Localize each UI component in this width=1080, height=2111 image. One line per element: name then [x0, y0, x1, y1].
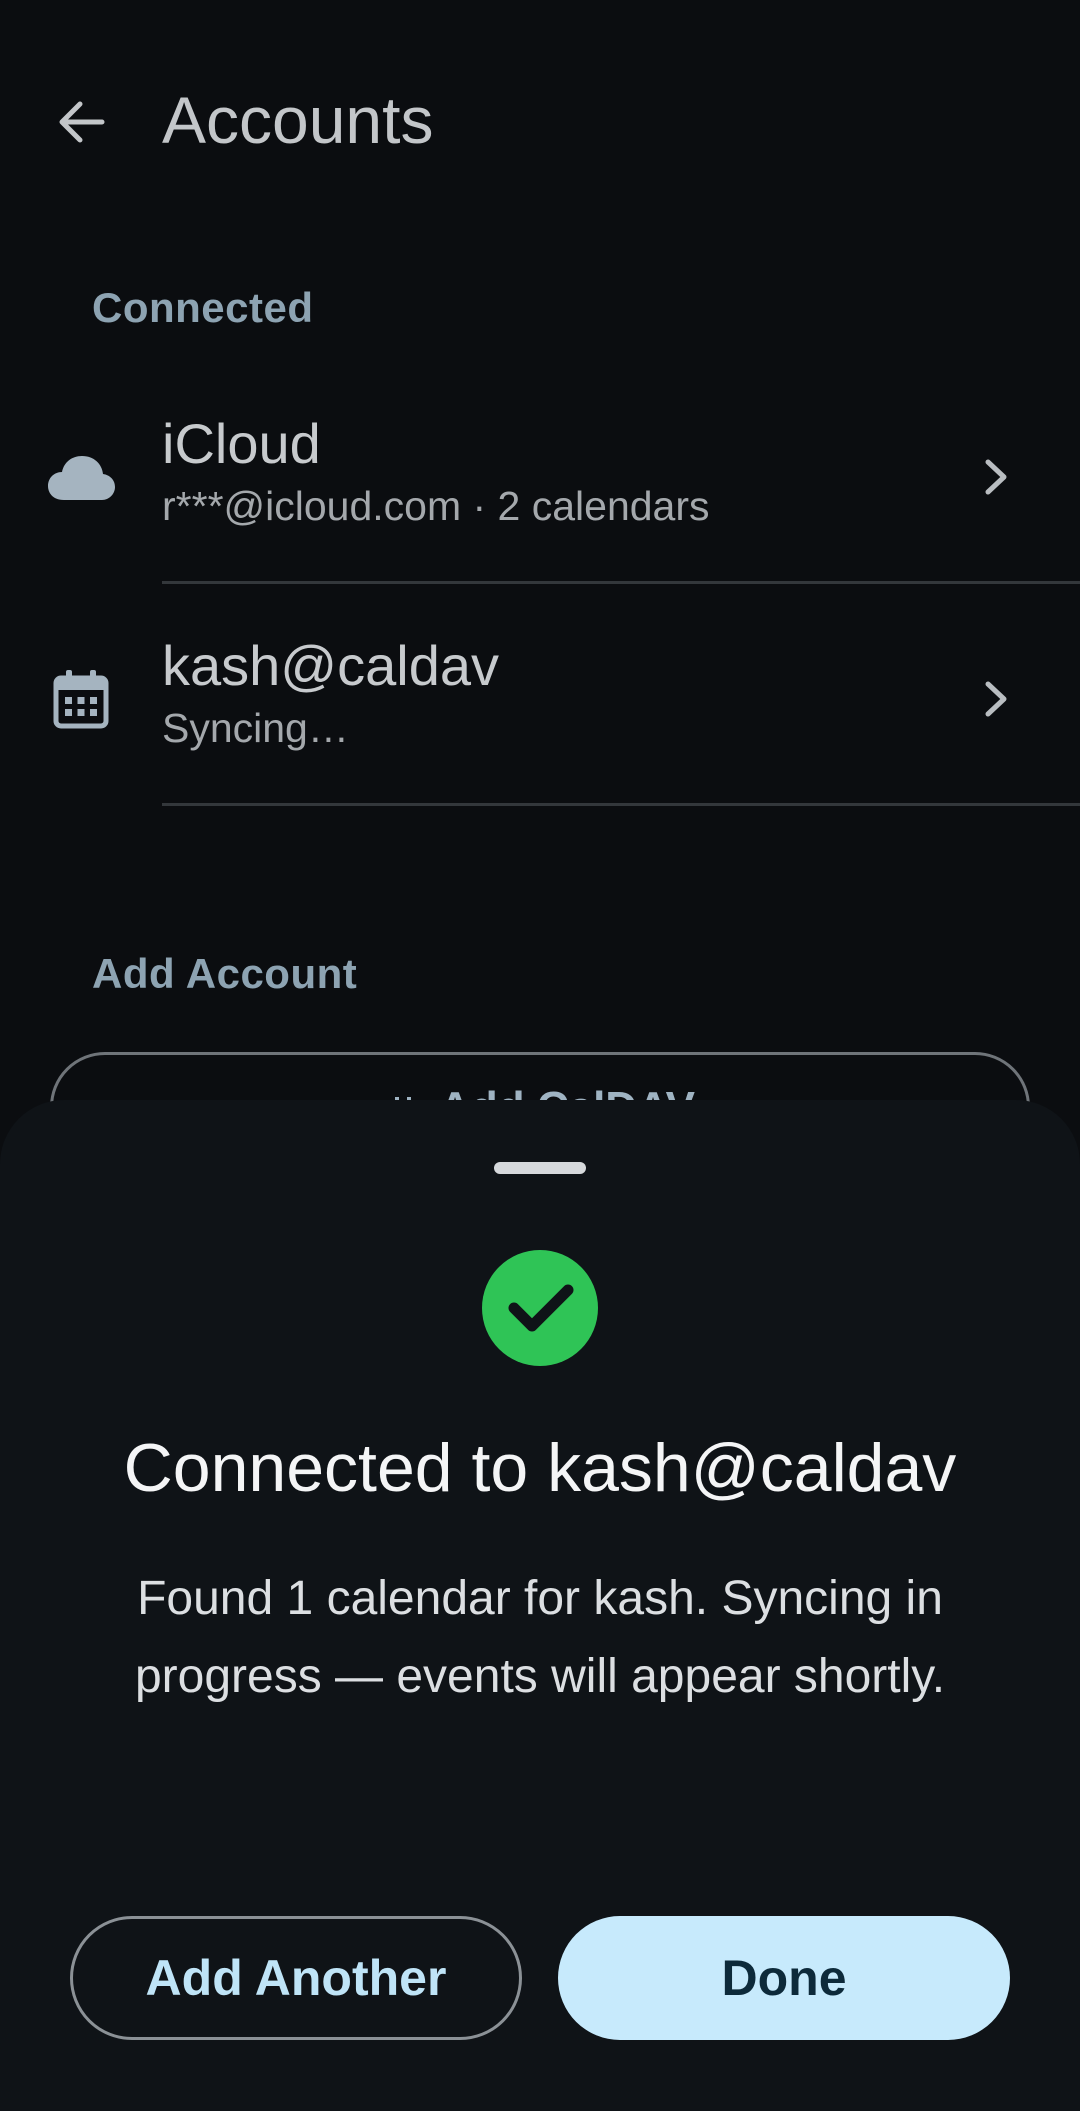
drag-handle[interactable] [494, 1162, 586, 1174]
done-button[interactable]: Done [558, 1916, 1010, 2040]
chevron-right-icon [976, 452, 1016, 502]
account-title: iCloud [162, 412, 321, 475]
bottom-sheet: Connected to kash@caldav Found 1 calenda… [0, 1100, 1080, 2111]
account-subtitle: Syncing… [162, 705, 349, 751]
account-title: kash@caldav [162, 634, 500, 697]
check-circle-icon [482, 1250, 598, 1366]
account-subtitle: r***@icloud.com · 2 calendars [162, 483, 710, 529]
calendar-icon [44, 664, 118, 738]
row-divider [162, 803, 1080, 806]
accounts-screen: Accounts Connected iCloud r***@icloud.co… [0, 0, 1080, 2111]
sheet-title: Connected to kash@caldav [123, 1430, 957, 1506]
page-title: Accounts [162, 83, 434, 157]
arrow-back-icon[interactable] [52, 92, 112, 152]
cloud-icon [44, 442, 118, 516]
account-row-caldav[interactable]: kash@caldav Syncing… [0, 584, 1080, 806]
section-header-connected: Connected [92, 284, 314, 331]
sheet-message: Found 1 calendar for kash. Syncing in pr… [134, 1572, 946, 1703]
add-another-button[interactable]: Add Another [70, 1916, 522, 2040]
section-header-add-account: Add Account [92, 950, 358, 997]
chevron-right-icon [976, 674, 1016, 724]
app-bar: Accounts [0, 60, 1080, 180]
account-row-icloud[interactable]: iCloud r***@icloud.com · 2 calendars [0, 362, 1080, 584]
